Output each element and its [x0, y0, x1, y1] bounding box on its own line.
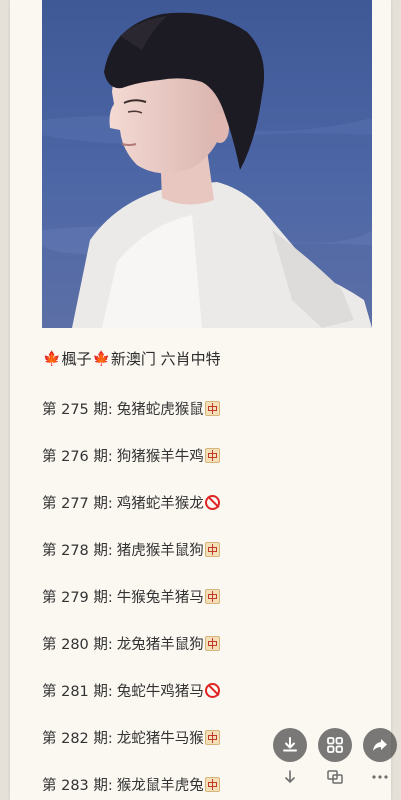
download-button[interactable]	[273, 728, 307, 762]
title-text: 新澳门 六肖中特	[110, 350, 221, 368]
maple-leaf-icon: 🍁	[43, 350, 61, 367]
animals-text: 龙兔猪羊鼠狗	[116, 636, 204, 653]
copy-icon[interactable]	[318, 768, 352, 786]
hit-mark-icon	[204, 729, 220, 745]
animals-text: 猪虎猴羊鼠狗	[116, 542, 204, 559]
period-label: 第 281 期:	[42, 683, 113, 700]
maple-leaf-icon: 🍁	[92, 350, 110, 367]
share-icon	[373, 739, 387, 751]
period-label: 第 277 期:	[42, 495, 113, 512]
list-item: 第 281 期: 兔蛇牛鸡猪马	[42, 680, 220, 700]
hit-mark-icon	[204, 776, 220, 792]
post-title: 🍁 楓子 🍁 新澳门 六肖中特	[42, 348, 221, 369]
prohibited-icon	[204, 494, 220, 510]
arrow-down-icon[interactable]	[273, 768, 307, 786]
animals-text: 鸡猪蛇羊猴龙	[116, 495, 204, 512]
list-item: 第 280 期: 龙兔猪羊鼠狗	[42, 633, 220, 653]
hit-mark-icon	[204, 541, 220, 557]
period-label: 第 276 期:	[42, 448, 113, 465]
period-label: 第 280 期:	[42, 636, 113, 653]
animals-text: 狗猪猴羊牛鸡	[116, 448, 204, 465]
hit-mark-icon	[204, 635, 220, 651]
post-image[interactable]	[42, 0, 372, 328]
period-label: 第 282 期:	[42, 730, 113, 747]
period-label: 第 283 期:	[42, 777, 113, 794]
list-item: 第 275 期: 兔猪蛇虎猴鼠	[42, 398, 220, 418]
list-item: 第 282 期: 龙蛇猪牛马猴	[42, 727, 220, 747]
list-item: 第 277 期: 鸡猪蛇羊猴龙	[42, 492, 220, 512]
list-item: 第 276 期: 狗猪猴羊牛鸡	[42, 445, 220, 465]
hit-mark-icon	[204, 588, 220, 604]
hit-mark-icon	[204, 447, 220, 463]
animals-text: 牛猴兔羊猪马	[116, 589, 204, 606]
title-author: 楓子	[61, 350, 92, 368]
period-label: 第 278 期:	[42, 542, 113, 559]
animals-text: 兔蛇牛鸡猪马	[116, 683, 204, 700]
list-item: 第 278 期: 猪虎猴羊鼠狗	[42, 539, 220, 559]
period-label: 第 275 期:	[42, 401, 113, 418]
animals-text: 猴龙鼠羊虎兔	[116, 777, 204, 794]
more-icon[interactable]	[363, 768, 397, 786]
list-item: 第 283 期: 猴龙鼠羊虎兔	[42, 774, 220, 794]
animals-text: 兔猪蛇虎猴鼠	[116, 401, 204, 418]
grid-icon	[327, 737, 343, 753]
period-label: 第 279 期:	[42, 589, 113, 606]
prohibited-icon	[204, 682, 220, 698]
download-icon	[283, 737, 297, 752]
share-button[interactable]	[363, 728, 397, 762]
list-item: 第 279 期: 牛猴兔羊猪马	[42, 586, 220, 606]
grid-button[interactable]	[318, 728, 352, 762]
animals-text: 龙蛇猪牛马猴	[116, 730, 204, 747]
hit-mark-icon	[204, 400, 220, 416]
